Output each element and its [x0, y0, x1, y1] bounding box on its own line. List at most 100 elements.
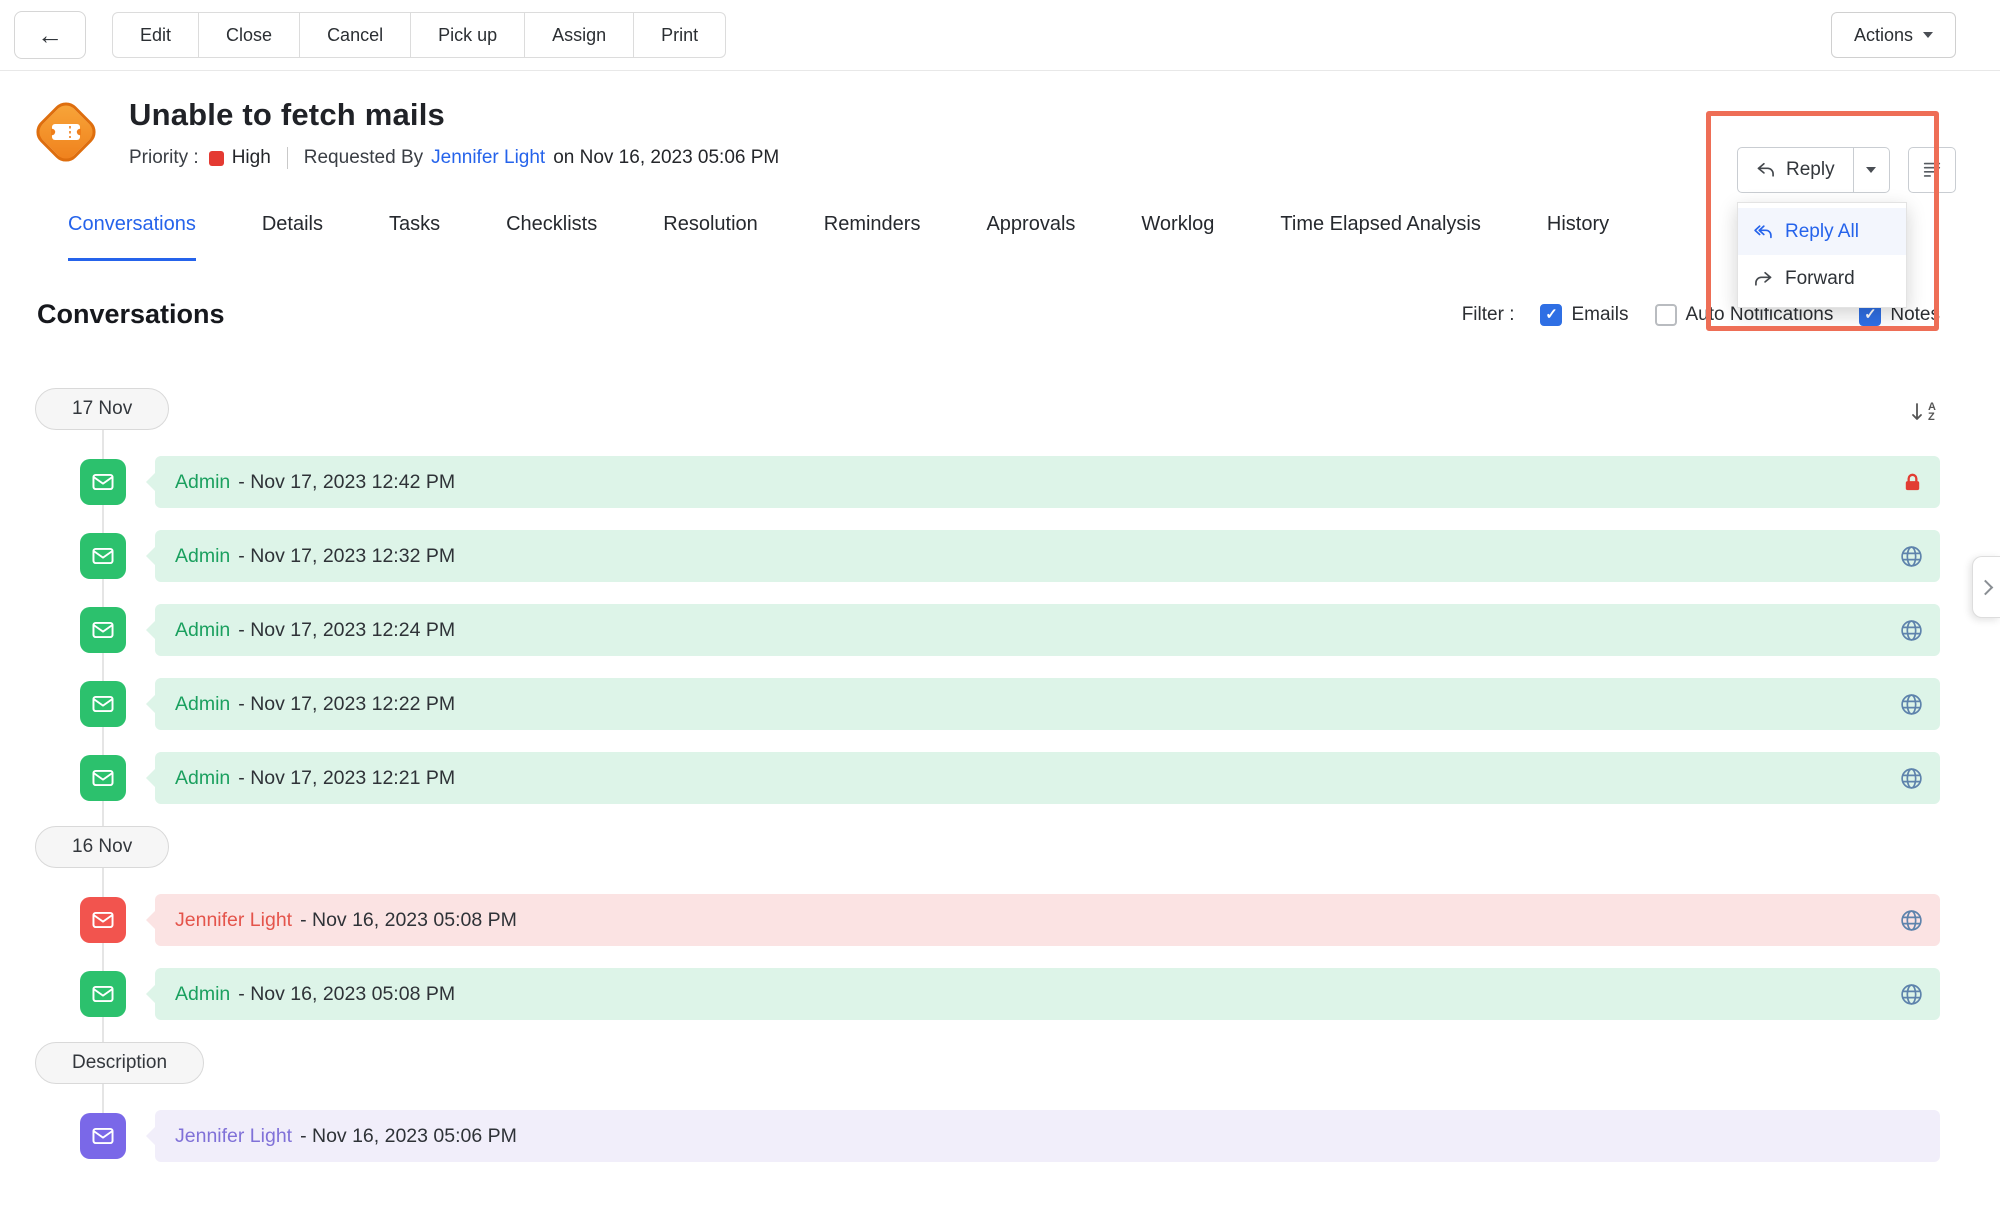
- template-lines-icon: [1921, 159, 1943, 181]
- ticket-header-text: Unable to fetch mails Priority : High Re…: [129, 95, 779, 171]
- priority-value: High: [232, 145, 271, 171]
- menu-item-forward[interactable]: Forward: [1738, 255, 1906, 302]
- chevron-down-icon: [1866, 167, 1876, 173]
- conversation-item[interactable]: Jennifer Light - Nov 16, 2023 05:08 PM: [155, 894, 1940, 946]
- conversation-author: Admin: [175, 767, 230, 790]
- reply-label: Reply: [1786, 159, 1835, 181]
- envelope-icon: [80, 607, 126, 653]
- envelope-icon: [80, 459, 126, 505]
- conversation-row[interactable]: Admin - Nov 17, 2023 12:22 PM: [80, 678, 1940, 730]
- envelope-icon: [80, 897, 126, 943]
- conversation-author: Jennifer Light: [175, 909, 292, 932]
- envelope-icon: [80, 533, 126, 579]
- tab-tasks[interactable]: Tasks: [389, 213, 440, 261]
- toolbar-button-group: EditCloseCancelPick upAssignPrint: [112, 12, 726, 58]
- tab-reminders[interactable]: Reminders: [824, 213, 921, 261]
- conversation-item[interactable]: Admin - Nov 17, 2023 12:42 PM: [155, 456, 1940, 508]
- globe-icon: [1899, 618, 1924, 643]
- globe-icon: [1899, 908, 1924, 933]
- reply-dropdown-menu: Reply All Forward: [1737, 202, 1907, 308]
- conversation-row[interactable]: Admin - Nov 17, 2023 12:21 PM: [80, 752, 1940, 804]
- conversation-row[interactable]: Admin- Nov 17, 2023 12:24 PM: [80, 604, 1940, 656]
- conversation-timestamp: - Nov 16, 2023 05:08 PM: [300, 909, 517, 932]
- lock-icon: [1901, 471, 1924, 494]
- date-pill-description: Description: [35, 1042, 204, 1084]
- back-arrow-icon: ←: [37, 20, 63, 51]
- actions-button[interactable]: Actions: [1831, 12, 1956, 58]
- conversation-author: Admin: [175, 693, 230, 716]
- conversation-row[interactable]: Jennifer Light - Nov 16, 2023 05:06 PM: [80, 1110, 1940, 1162]
- conversation-row[interactable]: Admin- Nov 16, 2023 05:08 PM: [80, 968, 1940, 1020]
- chevron-down-icon: [1923, 32, 1933, 38]
- conversation-item[interactable]: Jennifer Light - Nov 16, 2023 05:06 PM: [155, 1110, 1940, 1162]
- date-pill-16-nov: 16 Nov: [35, 826, 169, 868]
- conversation-timestamp: - Nov 17, 2023 12:24 PM: [238, 619, 455, 642]
- sort-arrow-icon: [1910, 402, 1925, 422]
- sort-button[interactable]: A Z: [1910, 402, 1936, 422]
- toolbar-button-print[interactable]: Print: [634, 12, 726, 58]
- conversation-author: Admin: [175, 471, 230, 494]
- sort-letter-z: Z: [1928, 412, 1936, 422]
- tab-worklog[interactable]: Worklog: [1141, 213, 1214, 261]
- conversation-row[interactable]: Admin - Nov 17, 2023 12:42 PM: [80, 456, 1940, 508]
- toolbar-button-assign[interactable]: Assign: [525, 12, 634, 58]
- tab-details[interactable]: Details: [262, 213, 323, 261]
- requested-on-timestamp: on Nov 16, 2023 05:06 PM: [553, 145, 779, 171]
- chevron-right-icon: [1977, 579, 1993, 595]
- checkbox-icon[interactable]: [1540, 304, 1562, 326]
- expand-panel-button[interactable]: [1972, 556, 2000, 618]
- ticket-glyph-icon: [51, 121, 81, 143]
- conversation-author: Jennifer Light: [175, 1125, 292, 1148]
- conversation-timestamp: - Nov 17, 2023 12:21 PM: [238, 767, 455, 790]
- tab-history[interactable]: History: [1547, 213, 1609, 261]
- ticket-meta-row: Priority : High Requested By Jennifer Li…: [129, 145, 779, 171]
- envelope-icon: [80, 1113, 126, 1159]
- conversation-timestamp: - Nov 16, 2023 05:06 PM: [300, 1125, 517, 1148]
- toolbar-button-edit[interactable]: Edit: [112, 12, 199, 58]
- conversation-item[interactable]: Admin- Nov 16, 2023 05:08 PM: [155, 968, 1940, 1020]
- conversation-row[interactable]: Admin- Nov 17, 2023 12:32 PM: [80, 530, 1940, 582]
- page-title: Unable to fetch mails: [129, 95, 779, 135]
- envelope-icon: [80, 681, 126, 727]
- conversation-item[interactable]: Admin- Nov 17, 2023 12:32 PM: [155, 530, 1940, 582]
- toolbar-button-pick-up[interactable]: Pick up: [411, 12, 525, 58]
- priority-color-icon: [209, 151, 224, 166]
- globe-icon: [1899, 544, 1924, 569]
- menu-item-reply-all[interactable]: Reply All: [1738, 208, 1906, 255]
- conversation-timeline: A Z 17 NovAdmin- Nov 17, 2023 12:42 PMAd…: [0, 388, 2000, 1162]
- conversation-item[interactable]: Admin- Nov 17, 2023 12:24 PM: [155, 604, 1940, 656]
- tab-checklists[interactable]: Checklists: [506, 213, 597, 261]
- filter-emails[interactable]: Emails: [1540, 304, 1628, 326]
- reply-button[interactable]: Reply: [1737, 147, 1854, 193]
- ticket-badge: [31, 97, 102, 168]
- conversation-timestamp: - Nov 17, 2023 12:32 PM: [238, 545, 455, 568]
- checkbox-icon[interactable]: [1655, 304, 1677, 326]
- tab-resolution[interactable]: Resolution: [663, 213, 758, 261]
- back-button[interactable]: ←: [14, 11, 86, 59]
- conversation-item[interactable]: Admin - Nov 17, 2023 12:22 PM: [155, 678, 1940, 730]
- conversation-timestamp: - Nov 17, 2023 12:22 PM: [238, 693, 455, 716]
- conversation-row[interactable]: Jennifer Light - Nov 16, 2023 05:08 PM: [80, 894, 1940, 946]
- globe-icon: [1899, 982, 1924, 1007]
- reply-all-icon: [1753, 222, 1773, 242]
- toolbar-button-cancel[interactable]: Cancel: [300, 12, 411, 58]
- tab-bar: Conversations Details Tasks Checklists Resol…: [0, 213, 2000, 261]
- envelope-icon: [80, 971, 126, 1017]
- tab-time-elapsed-analysis[interactable]: Time Elapsed Analysis: [1280, 213, 1480, 261]
- conversations-heading: Conversations: [37, 299, 225, 330]
- globe-icon: [1899, 766, 1924, 791]
- canned-response-button[interactable]: [1908, 147, 1956, 193]
- divider: [287, 147, 288, 169]
- toolbar-button-close[interactable]: Close: [199, 12, 300, 58]
- ticket-icon: [33, 99, 99, 165]
- reply-dropdown-toggle[interactable]: [1854, 147, 1890, 193]
- conversation-timestamp: - Nov 16, 2023 05:08 PM: [238, 983, 455, 1006]
- tab-approvals[interactable]: Approvals: [986, 213, 1075, 261]
- conversation-item[interactable]: Admin - Nov 17, 2023 12:21 PM: [155, 752, 1940, 804]
- filter-label: Filter :: [1462, 304, 1515, 326]
- requester-link[interactable]: Jennifer Light: [431, 145, 545, 171]
- sort-az-icon: A Z: [1928, 402, 1936, 422]
- tab-conversations[interactable]: Conversations: [68, 213, 196, 261]
- conversation-timestamp: - Nov 17, 2023 12:42 PM: [238, 471, 455, 494]
- date-pill-17-nov: 17 Nov: [35, 388, 169, 430]
